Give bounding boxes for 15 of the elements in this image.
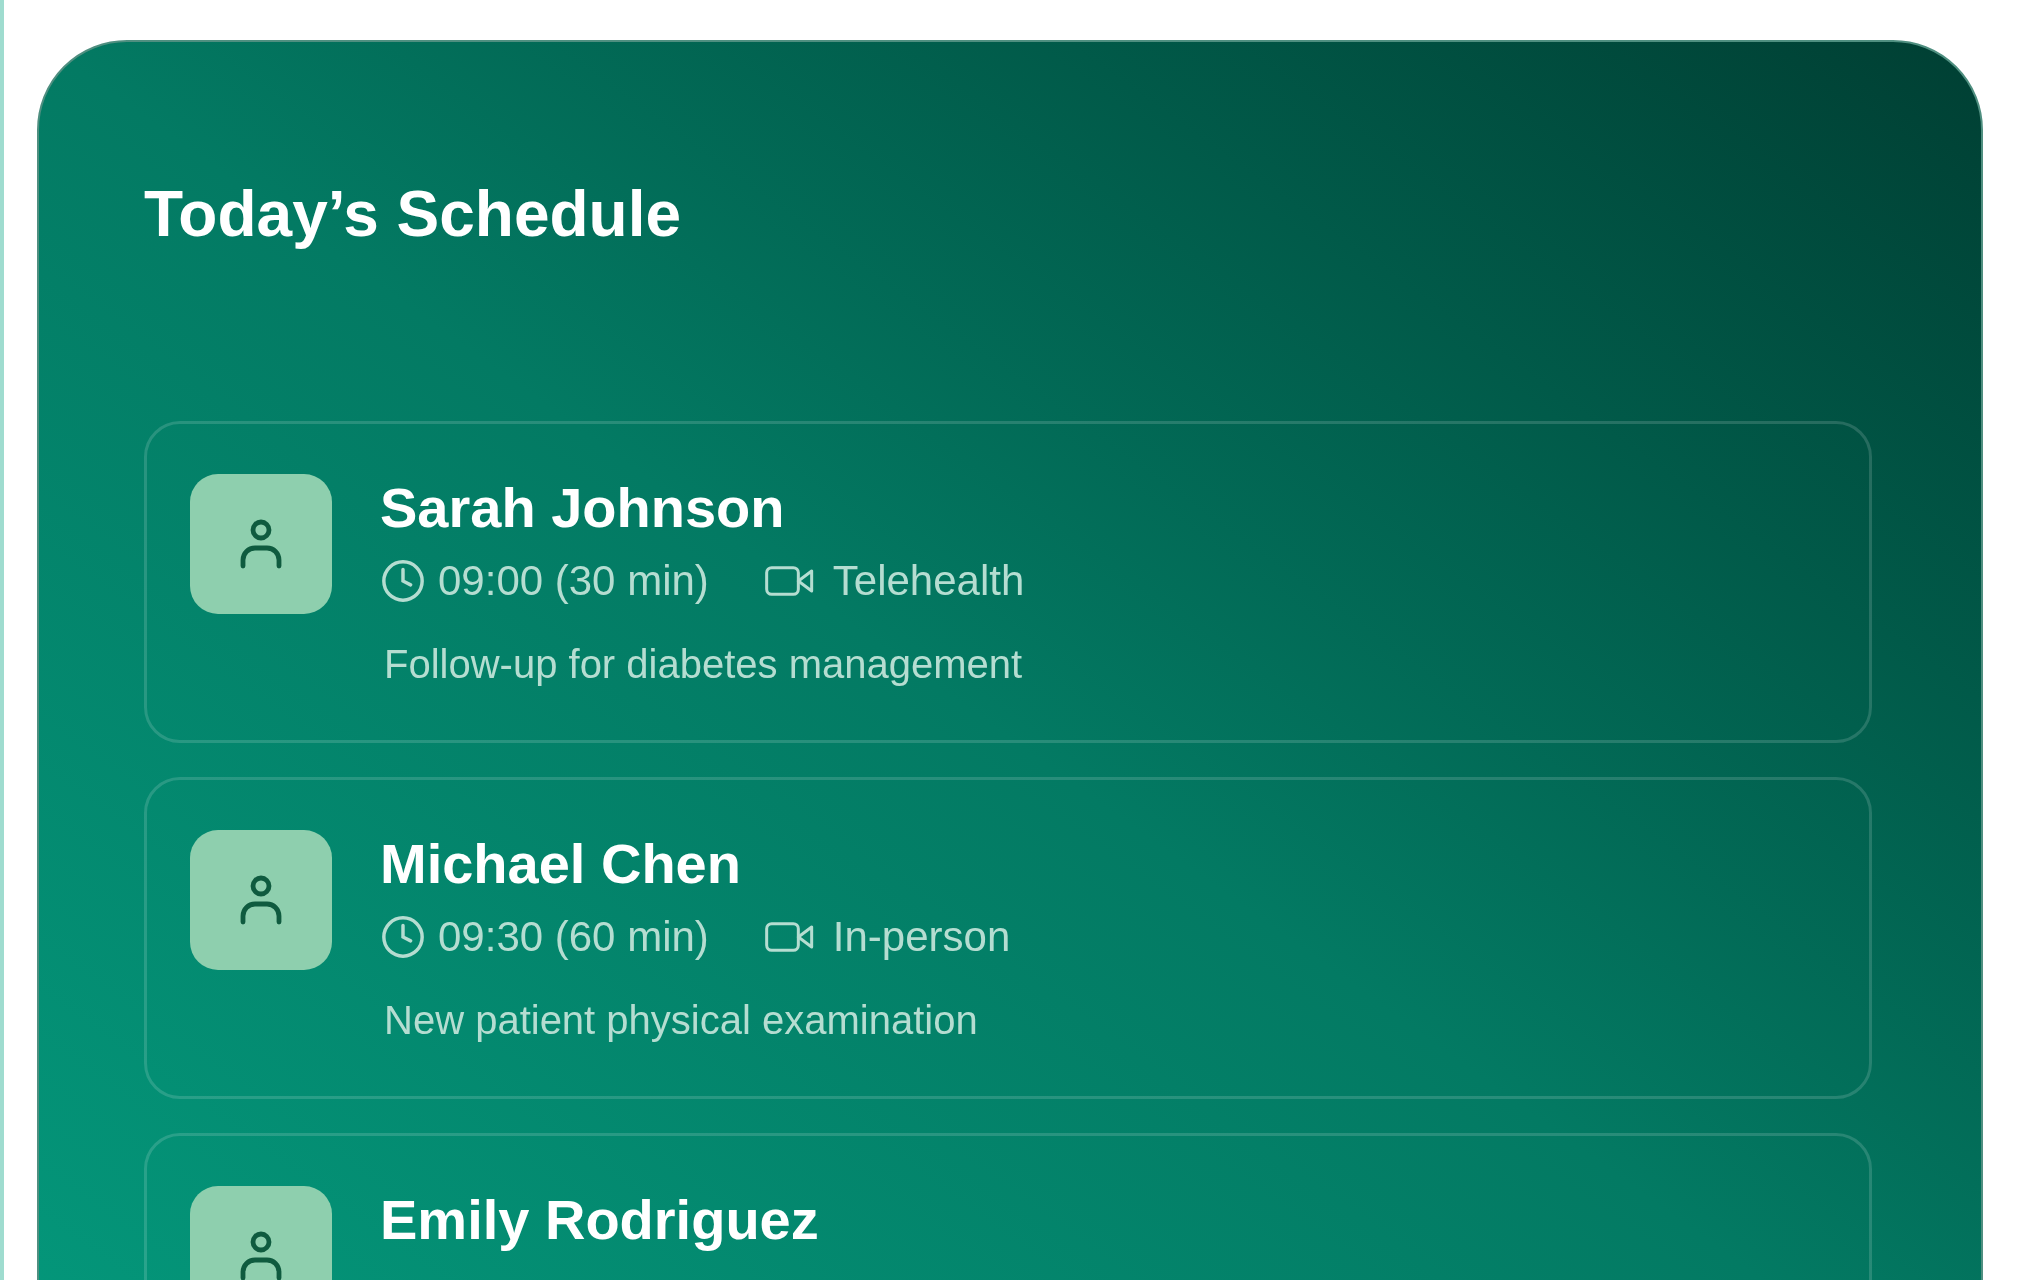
- clock-icon: [380, 558, 426, 604]
- video-camera-icon: [764, 920, 815, 954]
- appointment-time: 09:00 (30 min): [438, 560, 709, 602]
- clock-icon: [380, 914, 426, 960]
- visit-type: Telehealth: [832, 560, 1025, 602]
- appointment-time: 09:30 (60 min): [438, 916, 709, 958]
- appointment-description: New patient physical examination: [384, 1000, 979, 1040]
- appointment-card[interactable]: Michael Chen 09:30 (60 min) In-person New patient physical examination: [144, 777, 1872, 1099]
- appointment-card[interactable]: Sarah Johnson 09:00 (30 min) Telehealth Follow-up for diabetes management: [144, 421, 1872, 743]
- video-camera-icon: [764, 564, 815, 598]
- patient-name: Michael Chen: [380, 836, 742, 892]
- patient-name: Sarah Johnson: [380, 480, 786, 536]
- visit-type: In-person: [832, 916, 1011, 958]
- appointment-card[interactable]: Emily Rodriguez: [144, 1133, 1872, 1280]
- appointment-description: Follow-up for diabetes management: [384, 644, 1024, 684]
